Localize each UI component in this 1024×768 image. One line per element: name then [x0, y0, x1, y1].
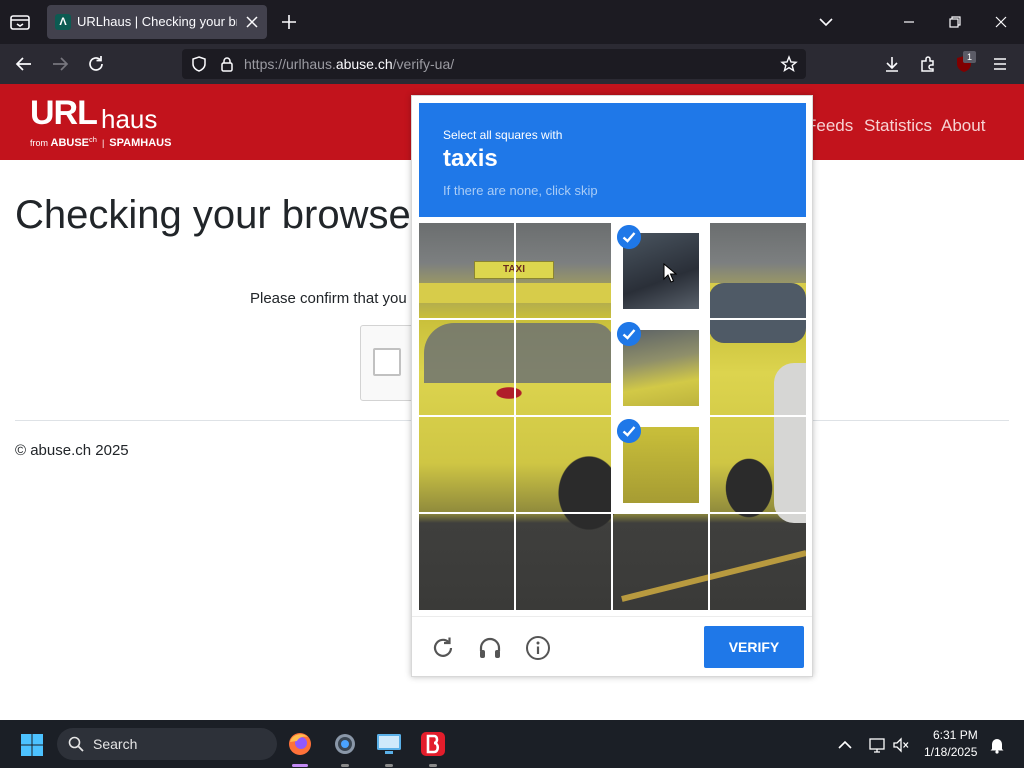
url-prefix: https://urlhaus.	[244, 56, 336, 72]
new-tab-icon[interactable]	[280, 13, 298, 31]
grid-line	[419, 512, 806, 514]
remote-desktop-icon[interactable]	[373, 728, 405, 760]
verify-button[interactable]: VERIFY	[704, 626, 804, 668]
clock-date[interactable]: 1/18/2025	[924, 745, 977, 759]
search-label: Search	[93, 736, 138, 752]
windows-start-icon[interactable]	[20, 733, 44, 757]
logo-from: from	[30, 138, 48, 148]
shield-icon[interactable]	[190, 55, 208, 73]
logo-url: URL	[30, 94, 98, 132]
captcha-prompt: Select all squares with taxis If there a…	[419, 103, 806, 217]
restore-icon[interactable]	[947, 14, 963, 30]
chevron-down-icon[interactable]	[818, 14, 834, 30]
logo-subline: from ABUSEch | SPAMHAUS	[30, 135, 172, 149]
browser-nav-bar: https://urlhaus.abuse.ch/verify-ua/ 1	[0, 44, 1024, 84]
tab-urlhaus[interactable]: Λ URLhaus | Checking your browser	[47, 5, 267, 39]
notification-bell-icon[interactable]	[988, 736, 1006, 754]
extension-badge: 1	[963, 51, 976, 63]
check-icon	[617, 419, 641, 443]
prompt-instruction: Select all squares with	[443, 128, 563, 142]
mouse-cursor-icon	[663, 263, 677, 283]
minimize-icon[interactable]	[901, 14, 917, 30]
close-tab-icon[interactable]	[245, 15, 259, 29]
tab-list-icon[interactable]	[8, 11, 32, 33]
captcha-image-grid: TAXI	[419, 223, 806, 610]
volume-muted-icon[interactable]	[892, 736, 910, 754]
extensions-icon[interactable]	[918, 54, 938, 74]
logo-abuse: ABUSE	[50, 137, 90, 149]
logo-spamhaus: SPAMHAUS	[109, 137, 172, 149]
downloads-icon[interactable]	[882, 54, 902, 74]
prompt-target: taxis	[443, 145, 498, 172]
check-icon	[617, 225, 641, 249]
search-icon	[68, 736, 84, 752]
taskbar: Search 6:31 PM 1/18/2025	[0, 720, 1024, 768]
running-indicator	[341, 764, 349, 767]
close-window-icon[interactable]	[993, 14, 1009, 30]
white-car	[774, 363, 806, 523]
url-path: /verify-ua/	[392, 56, 455, 72]
background-car	[709, 283, 806, 343]
reload-icon[interactable]	[86, 54, 106, 74]
logo-abuse-sup: ch	[89, 135, 97, 144]
network-icon[interactable]	[868, 736, 886, 754]
tab-title: URLhaus | Checking your browser	[77, 14, 237, 29]
taskbar-search[interactable]: Search	[57, 728, 277, 760]
nav-about[interactable]: About	[941, 116, 985, 136]
nav-feeds[interactable]: Feeds	[806, 116, 853, 136]
headphones-icon[interactable]	[477, 635, 503, 661]
lock-icon[interactable]	[218, 55, 236, 73]
refresh-icon[interactable]	[430, 635, 456, 661]
captcha-challenge: Select all squares with taxis If there a…	[411, 95, 813, 677]
settings-icon[interactable]	[329, 728, 361, 760]
captcha-checkbox[interactable]	[373, 348, 401, 376]
taxi-window	[424, 323, 614, 383]
check-icon	[617, 322, 641, 346]
bookmark-star-icon[interactable]	[780, 55, 798, 73]
browser-tab-bar: Λ URLhaus | Checking your browser	[0, 0, 1024, 44]
address-bar[interactable]: https://urlhaus.abuse.ch/verify-ua/	[182, 49, 806, 79]
nav-statistics[interactable]: Statistics	[864, 116, 932, 136]
url-text[interactable]: https://urlhaus.abuse.ch/verify-ua/	[244, 56, 454, 72]
forward-icon[interactable]	[50, 54, 70, 74]
url-host: abuse.ch	[335, 56, 393, 72]
running-indicator	[429, 764, 437, 767]
menu-icon[interactable]	[990, 54, 1010, 74]
bitdefender-icon[interactable]	[417, 728, 449, 760]
challenge-divider	[412, 616, 812, 617]
confirm-text: Please confirm that you	[250, 290, 407, 307]
clock-time[interactable]: 6:31 PM	[933, 728, 978, 742]
road-marking	[621, 550, 806, 602]
urlhaus-logo[interactable]: URL haus from ABUSEch | SPAMHAUS	[30, 92, 210, 152]
firefox-icon[interactable]	[284, 728, 316, 760]
running-indicator	[385, 764, 393, 767]
logo-haus: haus	[101, 104, 158, 134]
back-icon[interactable]	[14, 54, 34, 74]
chevron-up-icon[interactable]	[836, 736, 854, 754]
footer-copyright: © abuse.ch 2025	[15, 442, 129, 459]
prompt-hint: If there are none, click skip	[443, 183, 598, 198]
active-indicator	[292, 764, 308, 767]
favicon-icon: Λ	[55, 14, 71, 30]
page-title: Checking your browser	[15, 193, 425, 237]
info-icon[interactable]	[525, 635, 551, 661]
